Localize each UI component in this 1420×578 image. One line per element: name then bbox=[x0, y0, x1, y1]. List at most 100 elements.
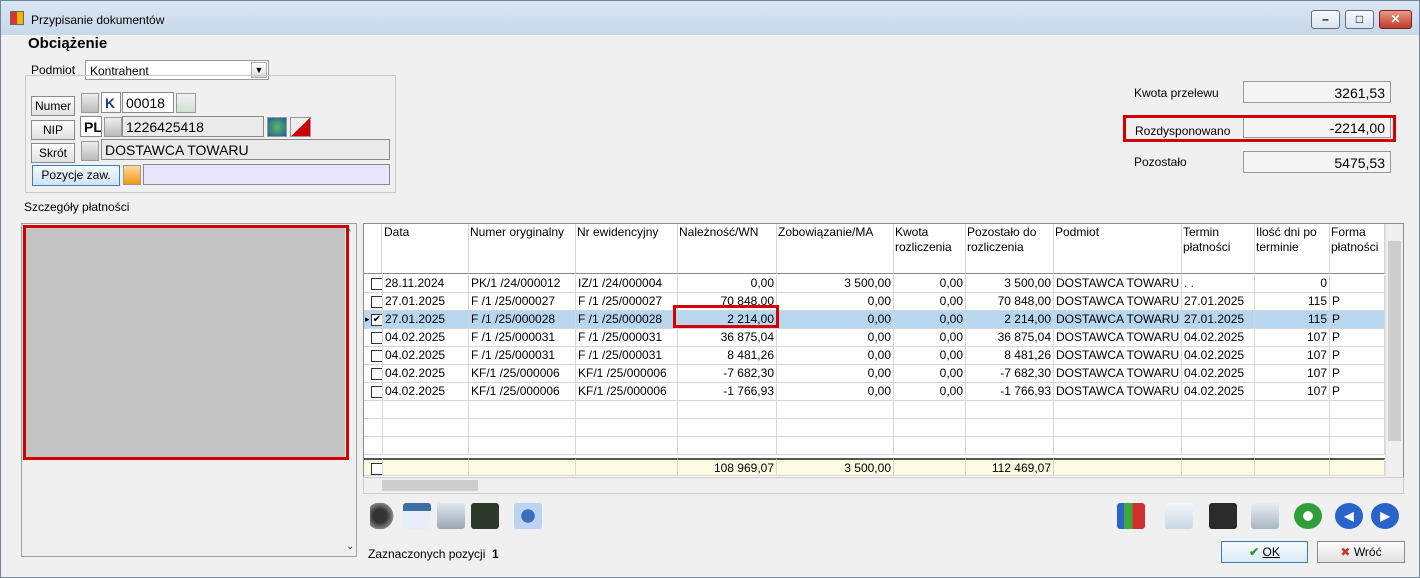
column-header[interactable]: Kwota rozliczenia bbox=[894, 224, 966, 274]
grid-cell[interactable] bbox=[1182, 437, 1255, 455]
grid-cell[interactable]: 04.02.2025 bbox=[1182, 329, 1255, 347]
grid-cell[interactable]: P bbox=[1330, 329, 1385, 347]
grid-cell[interactable]: KF/1 /25/000006 bbox=[469, 383, 576, 401]
nip-input[interactable]: 1226425418 bbox=[122, 116, 264, 137]
grid-cell[interactable]: 0,00 bbox=[678, 275, 777, 293]
grid-cell[interactable]: 8 481,26 bbox=[966, 347, 1054, 365]
refresh-icon[interactable] bbox=[1294, 503, 1322, 529]
grid-cell[interactable] bbox=[1182, 401, 1255, 419]
next-icon[interactable]: ▶ bbox=[1371, 503, 1399, 529]
row-checkbox[interactable]: ✔ bbox=[371, 314, 382, 326]
table-row[interactable] bbox=[364, 401, 1385, 419]
grid-cell[interactable] bbox=[1054, 401, 1182, 419]
grid-cell[interactable]: 04.02.2025 bbox=[1182, 383, 1255, 401]
numer-input[interactable]: 00018 bbox=[122, 92, 174, 113]
grid-cell[interactable]: F /1 /25/000031 bbox=[469, 347, 576, 365]
grid-cell[interactable] bbox=[1255, 401, 1330, 419]
grid-cell[interactable] bbox=[1330, 275, 1385, 293]
grid-cell[interactable] bbox=[383, 458, 469, 476]
table-row[interactable]: ▸ ✔ 27.01.2025 F /1 /25/000028 F /1 /25/0000… bbox=[364, 311, 1385, 329]
table-icon[interactable] bbox=[403, 503, 431, 529]
grid-cell[interactable]: 27.01.2025 bbox=[383, 311, 469, 329]
grid-cell[interactable]: F /1 /25/000027 bbox=[576, 293, 678, 311]
grid-cell[interactable]: KF/1 /25/000006 bbox=[469, 365, 576, 383]
grid-cell[interactable]: KF/1 /25/000006 bbox=[576, 383, 678, 401]
grid-cell[interactable] bbox=[1255, 419, 1330, 437]
grid-vertical-scroll-thumb[interactable] bbox=[1388, 241, 1401, 441]
grid-cell[interactable] bbox=[1054, 437, 1182, 455]
grid-cell[interactable]: 04.02.2025 bbox=[383, 347, 469, 365]
grid-cell[interactable] bbox=[469, 419, 576, 437]
grid-cell[interactable] bbox=[469, 401, 576, 419]
grid-cell[interactable] bbox=[678, 401, 777, 419]
grid-cell[interactable]: 0,00 bbox=[894, 383, 966, 401]
grid-cell[interactable] bbox=[777, 401, 894, 419]
grid-cell[interactable]: DOSTAWCA TOWARU bbox=[1054, 365, 1182, 383]
grid-cell[interactable]: P bbox=[1330, 311, 1385, 329]
grid-cell[interactable]: F /1 /25/000031 bbox=[576, 329, 678, 347]
nip-button[interactable]: NIP bbox=[31, 120, 75, 140]
grid-cell[interactable]: 0 bbox=[1255, 275, 1330, 293]
grid-cell[interactable]: 108 969,07 bbox=[678, 458, 777, 476]
grid-cell[interactable]: F /1 /25/000027 bbox=[469, 293, 576, 311]
grid-cell[interactable]: 8 481,26 bbox=[678, 347, 777, 365]
grid-cell[interactable]: 0,00 bbox=[894, 311, 966, 329]
row-indicator[interactable] bbox=[364, 458, 383, 476]
grid-cell[interactable]: -1 766,93 bbox=[678, 383, 777, 401]
grid-horizontal-scrollbar[interactable] bbox=[363, 477, 1404, 494]
chevron-down-icon[interactable]: ⌄ bbox=[346, 541, 354, 552]
save-icon[interactable] bbox=[1209, 503, 1237, 529]
table-row[interactable]: 04.02.2025 F /1 /25/000031 F /1 /25/000031… bbox=[364, 329, 1385, 347]
row-indicator[interactable] bbox=[364, 401, 383, 419]
close-button[interactable]: ✕ bbox=[1379, 10, 1412, 29]
grid-cell[interactable]: KF/1 /25/000006 bbox=[576, 365, 678, 383]
grid-cell[interactable] bbox=[383, 419, 469, 437]
minimize-button[interactable]: – bbox=[1311, 10, 1340, 29]
column-header[interactable]: Pozostało do rozliczenia bbox=[966, 224, 1054, 274]
grid-cell[interactable] bbox=[576, 419, 678, 437]
signal-icon[interactable] bbox=[290, 117, 311, 137]
grid-cell[interactable]: 107 bbox=[1255, 329, 1330, 347]
grid-cell[interactable]: 36 875,04 bbox=[966, 329, 1054, 347]
grid-cell[interactable]: 2 214,00 bbox=[966, 311, 1054, 329]
grid-cell[interactable]: 70 848,00 bbox=[966, 293, 1054, 311]
book-icon[interactable] bbox=[81, 93, 99, 113]
documents-grid[interactable]: Data Numer oryginalny Nr ewidencyjny Należn… bbox=[363, 223, 1404, 493]
grid-cell[interactable]: 04.02.2025 bbox=[383, 383, 469, 401]
grid-cell[interactable]: 0,00 bbox=[894, 329, 966, 347]
table-row[interactable] bbox=[364, 437, 1385, 455]
grid-cell[interactable]: 27.01.2025 bbox=[1182, 293, 1255, 311]
grid-cell[interactable]: 0,00 bbox=[777, 347, 894, 365]
grid-vertical-scrollbar[interactable] bbox=[1385, 224, 1403, 492]
payment-details-panel[interactable]: ^ ⌄ bbox=[21, 223, 357, 557]
grid-cell[interactable] bbox=[383, 401, 469, 419]
pozycje-zaw-input[interactable] bbox=[143, 164, 390, 185]
skrot-input[interactable]: DOSTAWCA TOWARU bbox=[101, 139, 390, 160]
sum-icon[interactable] bbox=[471, 503, 499, 529]
grid-cell[interactable]: 107 bbox=[1255, 383, 1330, 401]
grid-cell[interactable]: P bbox=[1330, 347, 1385, 365]
grid-cell[interactable] bbox=[469, 437, 576, 455]
grid-cell[interactable]: F /1 /25/000028 bbox=[469, 311, 576, 329]
row-indicator[interactable] bbox=[364, 437, 383, 455]
column-header[interactable]: Podmiot bbox=[1054, 224, 1182, 274]
grid-cell[interactable]: 115 bbox=[1255, 311, 1330, 329]
grid-cell[interactable] bbox=[894, 437, 966, 455]
row-checkbox[interactable] bbox=[371, 386, 382, 398]
grid-cell[interactable] bbox=[1330, 419, 1385, 437]
grid-cell[interactable] bbox=[469, 458, 576, 476]
column-header[interactable]: Termin płatności bbox=[1182, 224, 1255, 274]
grid-horizontal-scroll-thumb[interactable] bbox=[382, 480, 478, 491]
grid-cell[interactable]: F /1 /25/000031 bbox=[576, 347, 678, 365]
grid-cell[interactable] bbox=[678, 419, 777, 437]
table-row[interactable]: 04.02.2025 KF/1 /25/000006 KF/1 /25/000006… bbox=[364, 383, 1385, 401]
grid-cell[interactable]: F /1 /25/000028 bbox=[576, 311, 678, 329]
grid-cell[interactable]: DOSTAWCA TOWARU bbox=[1054, 347, 1182, 365]
grid-cell[interactable] bbox=[894, 419, 966, 437]
grid-cell[interactable]: DOSTAWCA TOWARU bbox=[1054, 293, 1182, 311]
grid-cell[interactable] bbox=[1330, 401, 1385, 419]
row-indicator[interactable] bbox=[364, 275, 383, 293]
grid-cell[interactable]: 0,00 bbox=[777, 365, 894, 383]
grid-cell[interactable]: -7 682,30 bbox=[966, 365, 1054, 383]
grid-cell[interactable]: 112 469,07 bbox=[966, 458, 1054, 476]
